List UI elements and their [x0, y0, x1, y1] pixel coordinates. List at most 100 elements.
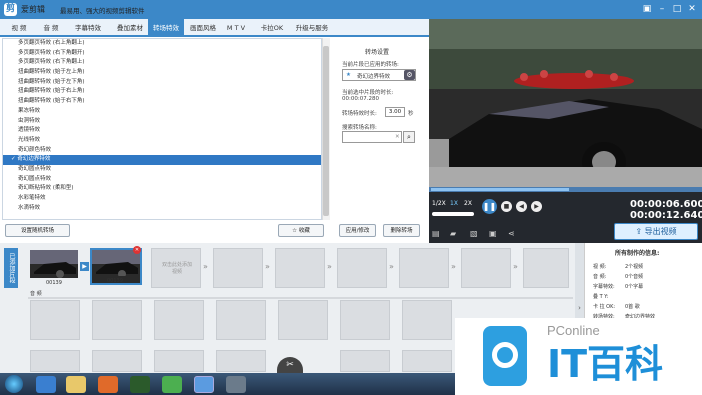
tab-video[interactable]: 视 频	[4, 19, 34, 37]
media-player-icon[interactable]	[130, 376, 150, 393]
tab-style[interactable]: 画面风格	[186, 19, 220, 37]
start-button[interactable]	[5, 375, 23, 393]
apply-button[interactable]: 应用/修改	[339, 224, 376, 237]
next-icon[interactable]: ▶	[531, 201, 542, 212]
tab-transition[interactable]: 转场特效	[148, 19, 184, 37]
audio-track-label: 音 频	[30, 291, 42, 297]
empty-slot[interactable]	[523, 248, 569, 288]
duration-input[interactable]: 3.00	[385, 107, 405, 117]
minimize-icon[interactable]: –	[655, 3, 669, 16]
tab-mtv[interactable]: M T V	[222, 19, 250, 37]
clear-icon[interactable]: ✕	[395, 134, 400, 140]
list-item[interactable]: 果冻特效	[3, 107, 321, 117]
volume-slider[interactable]	[432, 212, 474, 216]
empty-slot[interactable]	[340, 350, 390, 372]
arrow-icon: »	[265, 262, 270, 271]
empty-slot[interactable]	[399, 248, 449, 288]
firefox-icon[interactable]	[98, 376, 118, 393]
empty-slot[interactable]	[402, 350, 452, 372]
empty-slot[interactable]	[402, 300, 452, 340]
empty-slot[interactable]	[461, 248, 511, 288]
video-preview[interactable]	[429, 19, 702, 187]
tab-karaoke[interactable]: 卡拉OK	[255, 19, 289, 37]
info-key: 卡 拉 OK:	[593, 304, 616, 310]
folder-icon[interactable]: ▰	[450, 229, 456, 238]
tab-audio[interactable]: 音 频	[36, 19, 66, 37]
tab-overlay[interactable]: 叠加素材	[110, 19, 150, 37]
remove-clip-icon[interactable]: ✕	[133, 246, 141, 254]
list-item[interactable]: 奇幻圆点特效	[3, 165, 321, 175]
random-transition-button[interactable]: 设置随机转场	[5, 224, 70, 237]
list-item[interactable]: 扭曲翻转特效 (始于左上角)	[3, 68, 321, 78]
close-icon[interactable]: ✕	[685, 3, 699, 16]
empty-slot[interactable]	[216, 300, 266, 340]
info-value: 0个音频	[625, 274, 644, 280]
settings-header: 转场设置	[365, 49, 390, 56]
list-item[interactable]: 光线特效	[3, 136, 321, 146]
empty-slot[interactable]	[275, 248, 325, 288]
list-scrollbar-thumb[interactable]	[323, 46, 329, 216]
list-item-selected[interactable]: ✓ 奇幻边界特效	[3, 155, 321, 165]
skin-icon[interactable]: ▣	[640, 3, 654, 16]
list-item[interactable]: 奇幻圆点特效	[3, 175, 321, 185]
list-item[interactable]: 多页翻页特效 (右下角翻开)	[3, 49, 321, 59]
list-item[interactable]: 奇幻颜色特效	[3, 146, 321, 156]
aijianji-taskbar-icon[interactable]	[194, 376, 214, 393]
list-item[interactable]: 虫洞特效	[3, 117, 321, 127]
empty-slot[interactable]	[340, 300, 390, 340]
list-item[interactable]: 扭曲翻转特效 (始于右上角)	[3, 87, 321, 97]
image-icon[interactable]: ▧	[470, 229, 478, 238]
ie-icon[interactable]	[36, 376, 56, 393]
explorer-icon[interactable]	[66, 376, 86, 393]
favorite-button[interactable]: ☆ 收藏	[278, 224, 324, 237]
empty-slot[interactable]	[154, 300, 204, 340]
list-item[interactable]: 扭曲翻转特效 (始于左下角)	[3, 78, 321, 88]
speed-half-button[interactable]: 1/2X	[432, 200, 446, 207]
export-icon: ⇪	[635, 227, 645, 236]
empty-slot[interactable]	[92, 350, 142, 372]
film-icon[interactable]: ▤	[432, 229, 440, 238]
current-time: 00:00:06.600	[630, 199, 702, 210]
list-item[interactable]: 透镜特效	[3, 126, 321, 136]
window-icon[interactable]	[226, 376, 246, 393]
app-green-icon[interactable]	[162, 376, 182, 393]
watermark-text: IT百科	[547, 342, 664, 386]
empty-slot[interactable]	[92, 300, 142, 340]
list-item[interactable]: 多页翻页特效 (右上角翻上)	[3, 39, 321, 49]
stop-icon[interactable]: ■	[501, 201, 512, 212]
clip-thumbnail[interactable]	[30, 250, 78, 278]
tab-subtitle[interactable]: 字幕特效	[68, 19, 108, 37]
maximize-icon[interactable]: □	[670, 3, 684, 16]
list-item[interactable]: 水彩笔特效	[3, 194, 321, 204]
search-icon[interactable]: ⌕	[403, 131, 415, 143]
share-icon[interactable]: ⋖	[508, 229, 515, 238]
save-icon[interactable]: ▣	[489, 229, 497, 238]
transition-marker-icon[interactable]: ▶	[80, 262, 89, 271]
list-item[interactable]: 奇幻断粘特效 (柔和型)	[3, 184, 321, 194]
pause-icon[interactable]: ❚❚	[482, 199, 497, 214]
duration-label: 转场特效时长:	[342, 111, 377, 117]
empty-slot[interactable]	[213, 248, 263, 288]
list-item[interactable]: 水滴特效	[3, 204, 321, 214]
search-input[interactable]: ✕	[342, 131, 402, 143]
speed-one-button[interactable]: 1X	[450, 200, 458, 207]
empty-slot[interactable]	[30, 350, 80, 372]
info-key: 字幕特效:	[593, 284, 615, 290]
list-item[interactable]: 多页翻页特效 (右下角翻上)	[3, 58, 321, 68]
list-item[interactable]: 扭曲翻转特效 (始于右下角)	[3, 97, 321, 107]
empty-slot[interactable]	[278, 300, 328, 340]
export-video-button[interactable]: ⇪ 导出视频	[614, 223, 698, 240]
add-video-slot[interactable]: 双击此处添加视频	[151, 248, 201, 288]
app-logo-icon: 剪	[4, 3, 17, 16]
gear-icon[interactable]: ⚙	[404, 70, 415, 80]
empty-slot[interactable]	[30, 300, 80, 340]
previous-icon[interactable]: ◀	[516, 201, 527, 212]
tab-upgrade[interactable]: 升级与服务	[291, 19, 333, 37]
empty-slot[interactable]	[154, 350, 204, 372]
empty-slot[interactable]	[216, 350, 266, 372]
empty-slot[interactable]	[337, 248, 387, 288]
added-clips-tab[interactable]: 已添加片段	[4, 248, 18, 288]
delete-transition-button[interactable]: 删除转场	[383, 224, 420, 237]
speed-two-button[interactable]: 2X	[464, 200, 472, 207]
transition-effect-list[interactable]: 多页翻页特效 (右上角翻上) 多页翻页特效 (右下角翻开) 多页翻页特效 (右下…	[2, 38, 322, 220]
